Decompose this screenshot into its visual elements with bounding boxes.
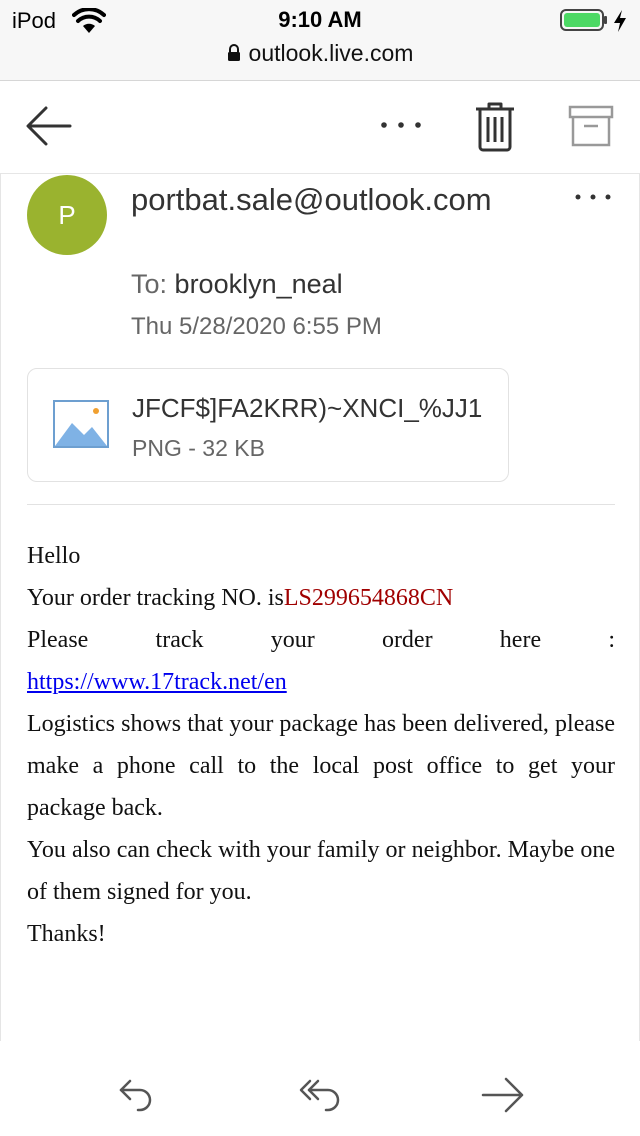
recipient-line: To: brooklyn_neal bbox=[131, 269, 343, 300]
closing: Thanks! bbox=[27, 921, 106, 947]
attachment-card[interactable]: JFCF$]FA2KRR)~XNCI_%JJ1 PNG - 32 KB bbox=[27, 368, 509, 482]
charging-icon bbox=[614, 10, 626, 32]
message-pane: P portbat.sale@outlook.com To: brooklyn_… bbox=[0, 173, 640, 1041]
clock: 9:10 AM bbox=[278, 7, 362, 32]
message-body: Hello Your order tracking NO. isLS299654… bbox=[27, 535, 615, 955]
header-divider bbox=[27, 504, 615, 505]
tracking-prefix: Your order tracking NO. is bbox=[27, 585, 284, 611]
tracking-number: LS299654868CN bbox=[283, 585, 454, 611]
lock-icon bbox=[227, 44, 240, 61]
check-paragraph: You also can check with your family or n… bbox=[27, 837, 615, 905]
image-file-icon bbox=[53, 400, 109, 448]
delivered-paragraph: Logistics shows that your package has be… bbox=[27, 711, 615, 821]
tracking-line: Your order tracking NO. isLS299654868CN bbox=[27, 577, 615, 619]
message-toolbar bbox=[0, 81, 640, 174]
delete-icon[interactable] bbox=[472, 99, 518, 153]
archive-icon[interactable] bbox=[566, 103, 616, 149]
more-icon[interactable] bbox=[374, 105, 428, 145]
recipient-name[interactable]: brooklyn_neal bbox=[175, 269, 343, 299]
address-bar[interactable]: outlook.live.com bbox=[0, 40, 640, 67]
attachment-name: JFCF$]FA2KRR)~XNCI_%JJ1 bbox=[132, 393, 483, 423]
status-bar: iPod 9:10 AM outlook.live.com bbox=[0, 0, 640, 81]
message-more-icon[interactable] bbox=[571, 185, 615, 209]
track-link-line: https://www.17track.net/en bbox=[27, 661, 615, 703]
sender-address[interactable]: portbat.sale@outlook.com bbox=[131, 177, 521, 223]
greeting: Hello bbox=[27, 543, 81, 569]
battery-icon bbox=[560, 9, 607, 31]
track-instruction: Please track your order here : bbox=[27, 627, 615, 653]
to-label: To: bbox=[131, 269, 168, 299]
avatar[interactable]: P bbox=[27, 175, 107, 255]
back-arrow-icon[interactable] bbox=[24, 103, 74, 149]
attachment-meta: PNG - 32 KB bbox=[132, 435, 265, 461]
url-text: outlook.live.com bbox=[248, 40, 414, 66]
message-date: Thu 5/28/2020 6:55 PM bbox=[131, 313, 382, 340]
bottom-action-bar bbox=[0, 1041, 640, 1136]
forward-icon[interactable] bbox=[480, 1075, 526, 1115]
reply-all-icon[interactable] bbox=[298, 1075, 344, 1115]
reply-icon[interactable] bbox=[116, 1075, 156, 1115]
tracking-link[interactable]: https://www.17track.net/en bbox=[27, 669, 287, 695]
